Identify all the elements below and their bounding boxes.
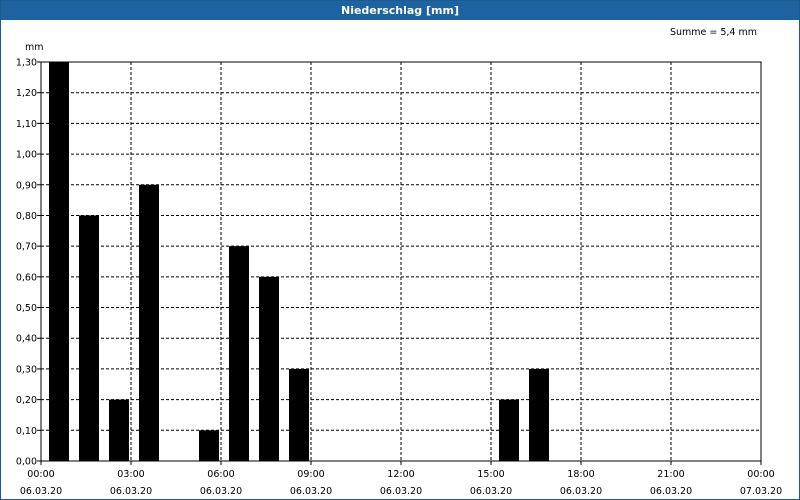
y-tick-label: 0,80 [16, 211, 37, 222]
x-tick-time-label: 03:00 [117, 469, 144, 480]
y-tick-label: 1,00 [16, 150, 37, 161]
bar [139, 184, 159, 461]
precipitation-chart: mm Summe = 5,4 mm 0,00 0,10 0,20 0,30 0,40 0,… [16, 27, 782, 497]
x-tick-date-label: 07.03.20 [740, 486, 782, 497]
y-tick-label: 1,20 [16, 88, 37, 99]
y-tick-label: 0,60 [16, 272, 37, 283]
y-tick-label: 0,90 [16, 180, 37, 191]
y-tick-label: 0,70 [16, 242, 37, 253]
chart-window: Niederschlag [mm] mm Summe = 5,4 mm 0,00… [0, 0, 800, 500]
x-tick-time-label: 15:00 [477, 469, 504, 480]
x-tick-time-label: 21:00 [657, 469, 684, 480]
bar [229, 246, 249, 461]
x-tick-date-label: 06.03.20 [380, 486, 422, 497]
x-tick-date-label: 06.03.20 [20, 486, 62, 497]
bar [49, 62, 69, 461]
x-tick-time-label: 12:00 [387, 469, 414, 480]
x-tick-date-label: 06.03.20 [290, 486, 332, 497]
bar [79, 215, 99, 461]
y-tick-label: 1,10 [16, 119, 37, 130]
y-tick-label: 0,20 [16, 395, 37, 406]
bar [289, 368, 309, 461]
x-tick-time-label: 09:00 [297, 469, 324, 480]
x-tick-time-label: 06:00 [207, 469, 234, 480]
y-tick-label: 0,40 [16, 334, 37, 345]
bar [199, 430, 219, 461]
y-tick-label: 0,30 [16, 364, 37, 375]
x-tick-date-label: 06.03.20 [110, 486, 152, 497]
x-tick-time-label: 18:00 [567, 469, 594, 480]
chart-title: Niederschlag [mm] [1, 1, 799, 20]
bar [109, 399, 129, 461]
bar [529, 368, 549, 461]
x-tick-date-label: 06.03.20 [470, 486, 512, 497]
x-tick-time-label: 00:00 [747, 469, 774, 480]
x-tick-time-label: 00:00 [27, 469, 54, 480]
bar [499, 399, 519, 461]
bar [259, 276, 279, 461]
y-axis-label: mm [25, 42, 44, 53]
y-tick-label: 0,10 [16, 426, 37, 437]
x-tick-date-label: 06.03.20 [200, 486, 242, 497]
y-tick-label: 0,00 [16, 457, 37, 468]
x-tick-date-label: 06.03.20 [560, 486, 602, 497]
y-tick-label: 0,50 [16, 303, 37, 314]
y-tick-label: 1,30 [16, 58, 37, 69]
sum-label: Summe = 5,4 mm [670, 27, 757, 38]
x-tick-date-label: 06.03.20 [650, 486, 692, 497]
